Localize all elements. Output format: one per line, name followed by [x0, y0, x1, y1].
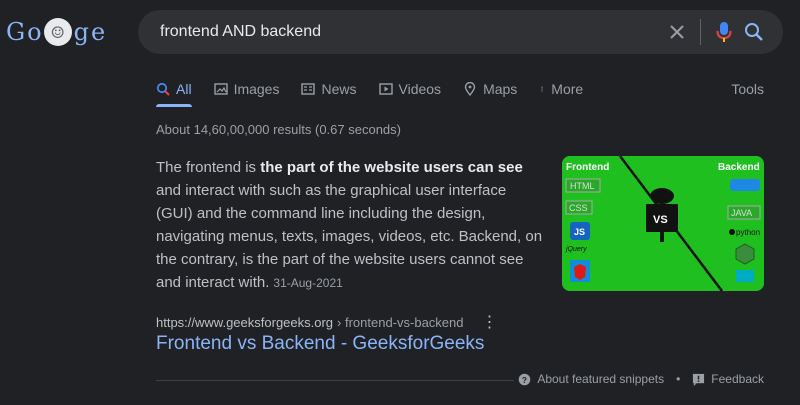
thumb-jquery-label: jQuery: [565, 246, 587, 253]
tab-images[interactable]: Images: [213, 81, 280, 97]
result-source: https://www.geeksforgeeks.org › frontend…: [156, 312, 497, 332]
tab-label: Videos: [398, 81, 442, 97]
map-pin-icon: [464, 82, 476, 96]
search-input[interactable]: [158, 22, 662, 42]
tab-label: All: [176, 81, 192, 97]
thumb-python-label: python: [736, 228, 760, 237]
video-icon: [378, 83, 393, 95]
tools-button[interactable]: Tools: [731, 81, 764, 97]
search-icon[interactable]: [739, 17, 769, 47]
tab-label: More: [551, 81, 584, 97]
snippet-date: 31-Aug-2021: [273, 276, 343, 290]
result-divider: [156, 380, 514, 381]
image-icon: [213, 83, 228, 95]
thumb-backend-label: Backend: [718, 162, 760, 173]
tab-label: News: [321, 81, 357, 97]
tab-videos[interactable]: Videos: [378, 81, 442, 97]
thumb-js-label: JS: [574, 227, 585, 237]
about-snippets-link[interactable]: About featured snippets: [537, 372, 664, 386]
svg-text:?: ?: [522, 374, 527, 384]
tab-maps[interactable]: Maps: [463, 81, 517, 97]
doodle-portrait-icon: ☺: [43, 18, 72, 46]
search-divider: [700, 19, 701, 45]
clear-icon[interactable]: [662, 17, 692, 47]
microphone-icon[interactable]: [709, 17, 739, 47]
tab-all[interactable]: All: [156, 81, 192, 97]
snippet-footer: ? About featured snippets • Feedback: [518, 372, 764, 386]
result-path: › frontend-vs-backend: [337, 314, 464, 330]
hacker-figure-icon: [650, 188, 674, 204]
search-bar: [138, 10, 783, 54]
database-logo-icon: [736, 270, 754, 282]
tab-label: Images: [233, 81, 280, 97]
feedback-icon: [693, 373, 705, 386]
search-icon: [156, 82, 170, 96]
snippet-highlight: the part of the website users can see: [260, 159, 523, 176]
result-title-link[interactable]: Frontend vs Backend - GeeksforGeeks: [156, 333, 484, 355]
tab-more[interactable]: More: [539, 81, 583, 97]
snippet-intro: The frontend is: [156, 159, 261, 176]
thumb-html-label: HTML: [570, 181, 595, 191]
thumb-vs-label: VS: [653, 214, 668, 226]
search-tabs: All Images News Videos Maps More Tools: [156, 78, 770, 100]
footer-separator: •: [676, 372, 681, 386]
more-options-icon[interactable]: ⋮: [481, 312, 497, 332]
thumb-css-label: CSS: [569, 203, 588, 213]
active-tab-indicator: [156, 104, 192, 107]
tab-label: Maps: [483, 81, 518, 97]
nodejs-logo-icon: [735, 243, 755, 265]
feedback-link[interactable]: Feedback: [711, 372, 764, 386]
help-circle-icon: ?: [519, 373, 531, 385]
snippet-thumbnail[interactable]: Frontend Backend HTML CSS JS jQuery VS J…: [562, 156, 764, 291]
dots-vertical-icon: [541, 86, 543, 92]
snippet-body: and interact with such as the graphical …: [156, 182, 543, 291]
thumb-frontend-label: Frontend: [566, 162, 609, 173]
tab-news[interactable]: News: [301, 81, 357, 97]
python-logo-icon: [729, 229, 735, 235]
featured-snippet-text: The frontend is the part of the website …: [156, 156, 546, 295]
thumb-java-label: JAVA: [731, 208, 752, 218]
news-icon: [301, 83, 316, 95]
google-doodle-logo[interactable]: Go ☺ ge: [6, 12, 106, 52]
result-url: https://www.geeksforgeeks.org: [156, 314, 334, 330]
result-stats: About 14,60,00,000 results (0.67 seconds…: [156, 122, 401, 137]
